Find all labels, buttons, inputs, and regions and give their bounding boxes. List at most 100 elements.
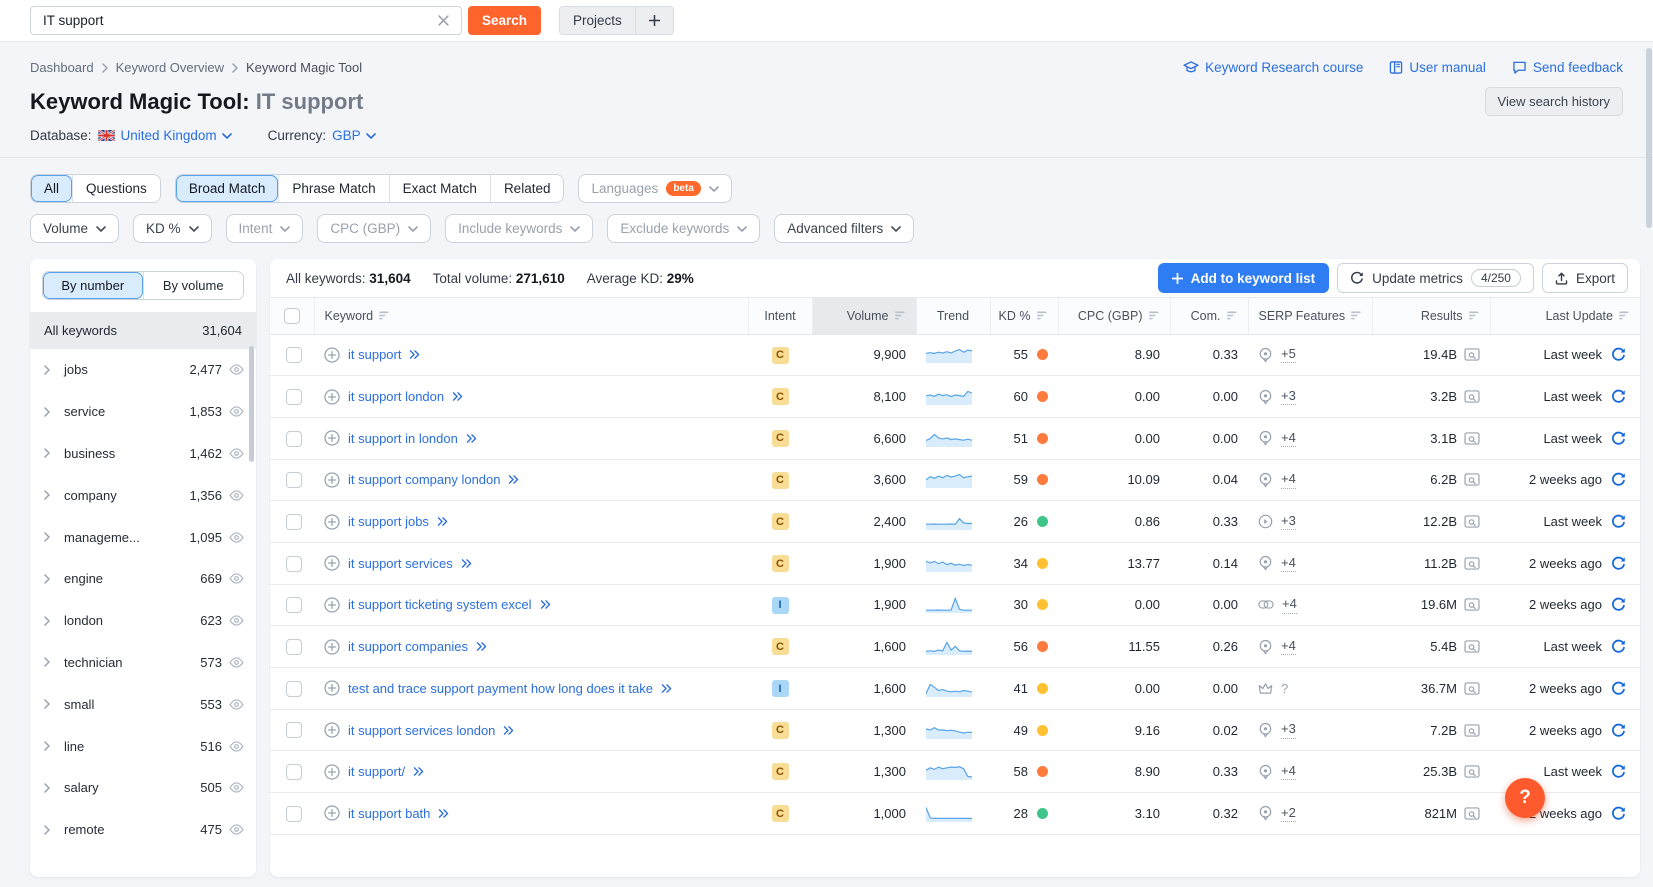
refresh-icon[interactable] [1611,806,1626,821]
chevron-right-icon[interactable] [44,448,60,459]
eye-icon[interactable] [229,573,244,585]
serp-view-icon[interactable] [1464,682,1480,695]
database-selector[interactable]: Database: United Kingdom [30,128,232,143]
add-project-button[interactable] [635,7,673,34]
plus-circle-icon[interactable] [324,388,340,405]
sort-icon[interactable] [1036,311,1048,320]
keyword-link[interactable]: it support companies [348,639,468,654]
double-chevron-icon[interactable] [461,559,472,568]
row-checkbox[interactable] [286,722,302,739]
serp-view-icon[interactable] [1464,515,1480,528]
eye-icon[interactable] [229,699,244,710]
chevron-right-icon[interactable] [44,615,60,626]
plus-circle-icon[interactable] [324,347,340,363]
eye-icon[interactable] [229,531,244,543]
serp-features-more[interactable]: +2 [1281,805,1296,823]
serp-view-icon[interactable] [1464,557,1480,570]
toggle-by-number[interactable]: By number [43,272,143,299]
row-checkbox[interactable] [286,638,302,655]
sort-icon[interactable] [1619,311,1630,320]
tab-broad-match[interactable]: Broad Match [175,175,279,202]
chevron-right-icon[interactable] [44,699,60,710]
chevron-right-icon[interactable] [44,574,60,584]
sidebar-group-remote[interactable]: remote 475 [30,809,256,851]
double-chevron-icon[interactable] [476,642,487,651]
plus-circle-icon[interactable] [324,513,340,530]
keyword-link[interactable]: test and trace support payment how long … [348,681,653,696]
tab-all[interactable]: All [31,175,73,202]
row-checkbox[interactable] [286,347,302,364]
update-metrics-button[interactable]: Update metrics 4/250 [1337,263,1534,293]
plus-circle-icon[interactable] [324,805,340,822]
keyword-link[interactable]: it support/ [348,764,405,779]
row-checkbox[interactable] [286,597,302,614]
serp-view-icon[interactable] [1464,598,1480,612]
sort-icon[interactable] [1226,311,1238,320]
eye-icon[interactable] [229,364,244,376]
serp-view-icon[interactable] [1464,723,1480,737]
serp-features-more[interactable]: +3 [1281,721,1296,739]
row-checkbox[interactable] [286,805,302,822]
tab-questions[interactable]: Questions [72,175,160,202]
serp-view-icon[interactable] [1464,348,1480,362]
chevron-right-icon[interactable] [44,365,60,375]
page-scrollbar[interactable] [1646,48,1652,228]
plus-circle-icon[interactable] [324,722,340,738]
sidebar-scrollbar[interactable] [249,346,254,462]
plus-circle-icon[interactable] [324,555,340,571]
column-header-kd[interactable]: KD % [990,298,1059,335]
keyword-link[interactable]: it support jobs [348,514,429,529]
filter-include-keywords[interactable]: Include keywords [445,214,594,243]
keyword-link[interactable]: it support ticketing system excel [348,597,532,612]
serp-features-more[interactable]: +4 [1281,430,1296,447]
double-chevron-icon[interactable] [438,809,449,818]
eye-icon[interactable] [229,782,244,794]
column-header-cpc[interactable]: CPC (GBP) [1058,298,1171,335]
toggle-by-volume[interactable]: By volume [142,272,243,299]
eye-icon[interactable] [229,740,244,752]
column-header-results[interactable]: Results [1372,298,1491,335]
refresh-icon[interactable] [1611,556,1626,571]
chevron-right-icon[interactable] [44,824,60,835]
eye-icon[interactable] [229,657,244,668]
refresh-icon[interactable] [1611,639,1626,654]
double-chevron-icon[interactable] [508,475,519,485]
keyword-link[interactable]: it support in london [348,431,458,446]
refresh-icon[interactable] [1611,764,1626,779]
sidebar-group-business[interactable]: business 1,462 [30,433,256,475]
add-to-keyword-list-button[interactable]: Add to keyword list [1157,263,1330,293]
eye-icon[interactable] [229,615,244,626]
sidebar-group-technician[interactable]: technician 573 [30,642,256,684]
keyword-link[interactable]: it support services london [348,723,495,738]
keyword-link[interactable]: it support london [348,389,444,404]
eye-icon[interactable] [229,406,244,417]
sort-icon[interactable] [894,311,906,320]
refresh-icon[interactable] [1611,431,1626,446]
row-checkbox[interactable] [286,764,302,780]
serp-view-icon[interactable] [1464,640,1480,653]
double-chevron-icon[interactable] [503,725,514,735]
sidebar-all-keywords[interactable]: All keywords 31,604 [30,312,256,349]
clear-search-icon[interactable] [434,13,453,28]
serp-view-icon[interactable] [1464,807,1480,820]
export-button[interactable]: Export [1541,263,1628,293]
header-link-send-feedback[interactable]: Send feedback [1512,60,1623,75]
double-chevron-icon[interactable] [437,517,448,526]
breadcrumb-item[interactable]: Dashboard [30,60,94,75]
filter-kd-[interactable]: KD % [133,214,212,243]
plus-circle-icon[interactable] [324,639,340,655]
row-checkbox[interactable] [286,472,302,489]
plus-circle-icon[interactable] [324,597,340,613]
filter-advanced-filters[interactable]: Advanced filters [774,214,915,243]
serp-features-more[interactable]: ? [1281,681,1288,696]
refresh-icon[interactable] [1611,597,1626,612]
keyword-link[interactable]: it support company london [348,472,500,487]
sidebar-group-company[interactable]: company 1,356 [30,474,256,516]
chevron-right-icon[interactable] [44,741,60,751]
column-header-update[interactable]: Last Update [1490,298,1640,335]
column-header-keyword[interactable]: Keyword [314,298,749,335]
search-button[interactable]: Search [468,6,542,35]
row-checkbox[interactable] [286,388,302,405]
search-input[interactable] [43,13,434,28]
sidebar-group-manageme-[interactable]: manageme... 1,095 [30,516,256,558]
